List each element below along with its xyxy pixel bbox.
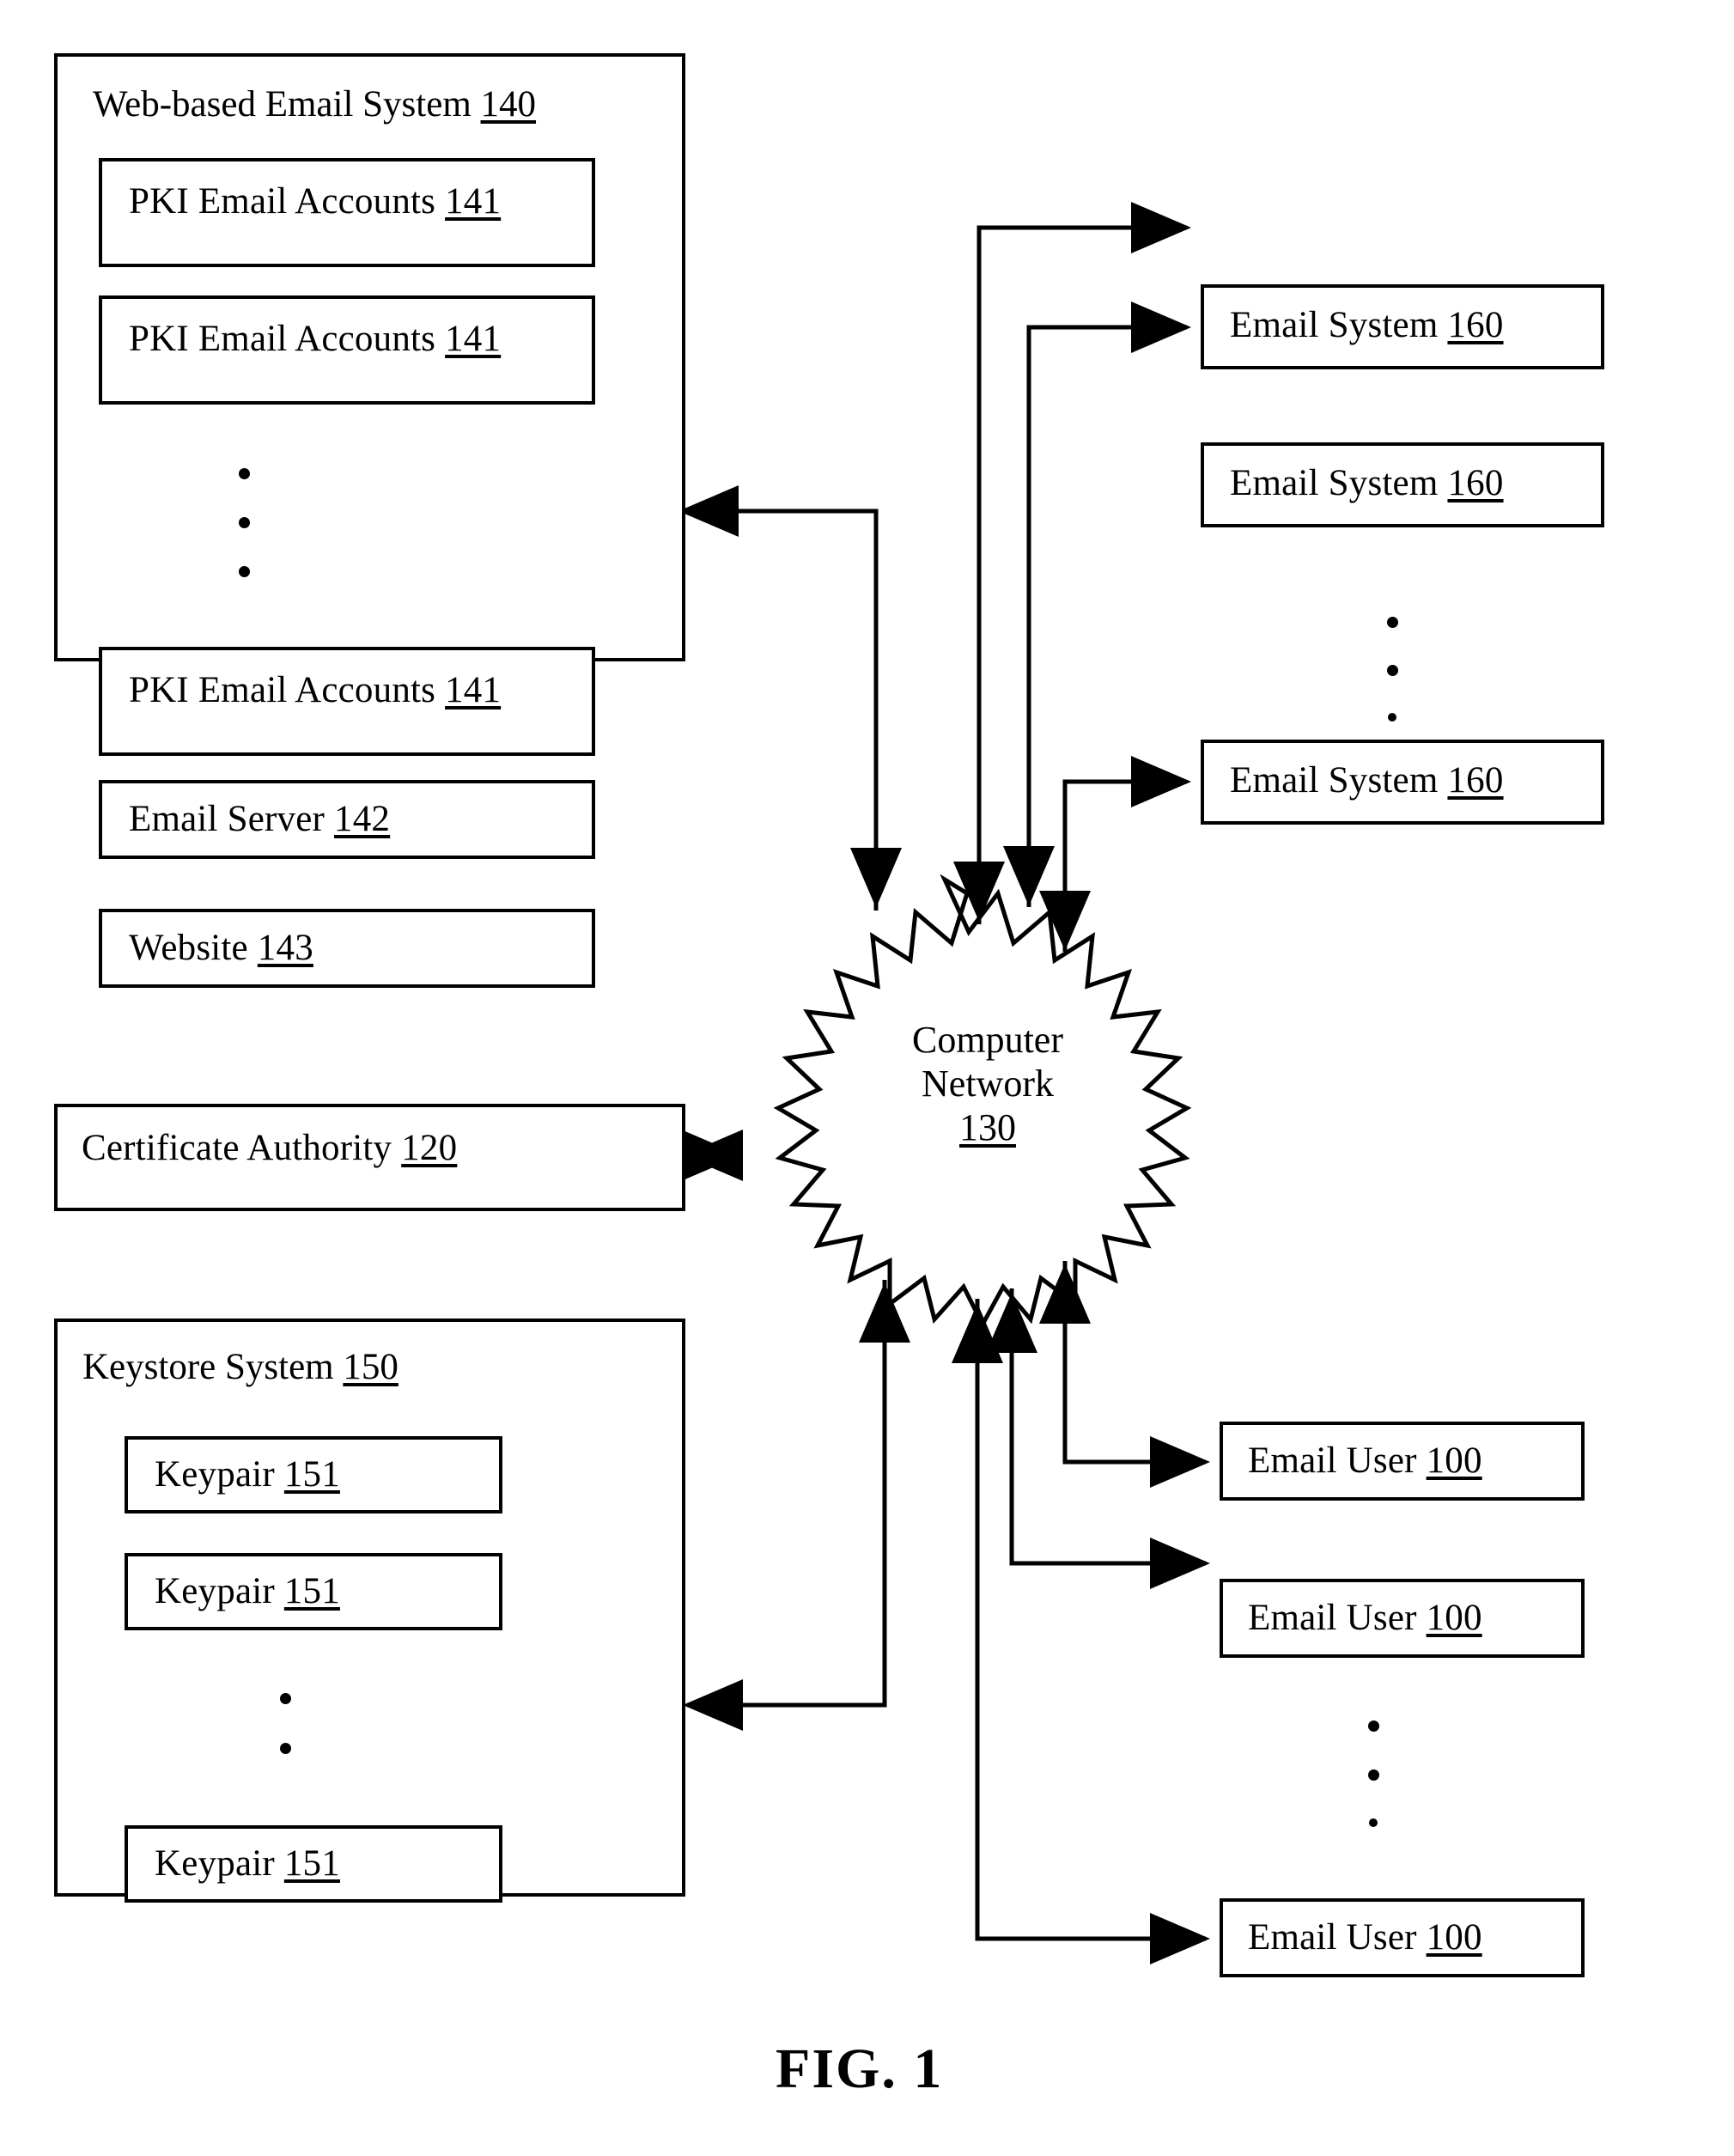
keystore-system-title-num: 150 [343, 1347, 399, 1387]
keystore-system-title-text: Keystore System [82, 1347, 334, 1387]
email-server-label: Email Server 142 [129, 801, 390, 837]
wire-network-to-email-system-2 [1026, 301, 1191, 907]
web-email-system-title-text: Web-based Email System [93, 84, 472, 125]
web-based-email-system-title: Web-based Email System 140 [93, 86, 536, 123]
keypair-num-3: 151 [283, 1843, 340, 1884]
certificate-authority-label: Certificate Authority 120 [82, 1130, 457, 1166]
keystore-system-title: Keystore System 150 [82, 1349, 399, 1386]
email-system-text-3: Email System [1230, 760, 1439, 801]
keypair-num-2: 151 [283, 1571, 340, 1611]
pki-email-accounts-label-2: PKI Email Accounts 141 [129, 320, 501, 357]
wire-network-to-email-user-2 [1009, 1288, 1210, 1589]
keypair-text-2: Keypair [155, 1571, 275, 1611]
email-user-text-2: Email User [1248, 1598, 1417, 1638]
network-line-1: Computer [912, 1019, 1063, 1061]
email-user-num-3: 100 [1426, 1917, 1482, 1958]
email-user-label-2: Email User 100 [1248, 1599, 1482, 1636]
keypair-ellipsis [279, 1693, 291, 1754]
email-user-text-3: Email User [1248, 1917, 1417, 1958]
website-text: Website [129, 928, 248, 968]
wire-network-to-email-system-1 [977, 202, 1191, 924]
pki-accounts-text-3: PKI Email Accounts [129, 670, 436, 710]
keypair-label-2: Keypair 151 [155, 1573, 340, 1610]
network-cloud-caption: Computer Network 130 [876, 1018, 1099, 1149]
email-server-num: 142 [334, 799, 391, 839]
email-system-label-2: Email System 160 [1230, 465, 1504, 502]
email-system-num-1: 160 [1447, 305, 1504, 345]
email-server-text: Email Server [129, 799, 326, 839]
keypair-label-1: Keypair 151 [155, 1456, 340, 1493]
wire-network-to-email-system-3 [1062, 756, 1191, 952]
email-user-num-2: 100 [1426, 1598, 1482, 1638]
wire-network-to-email-user-3 [975, 1299, 1210, 1964]
certificate-authority-text: Certificate Authority [82, 1128, 392, 1168]
certificate-authority-num: 120 [401, 1128, 458, 1168]
email-system-ellipsis [1386, 617, 1398, 722]
wire-network-to-keystore-system [683, 1280, 887, 1731]
pki-email-accounts-label-3: PKI Email Accounts 141 [129, 672, 501, 709]
pki-accounts-ellipsis [238, 468, 250, 577]
keypair-label-3: Keypair 151 [155, 1845, 340, 1882]
network-num: 130 [959, 1106, 1016, 1149]
email-user-label-3: Email User 100 [1248, 1919, 1482, 1956]
email-system-num-2: 160 [1447, 463, 1504, 503]
keypair-text-1: Keypair [155, 1454, 275, 1495]
patent-figure-1: Web-based Email System 140 PKI Email Acc… [0, 0, 1734, 2156]
pki-accounts-num-3: 141 [445, 670, 502, 710]
email-user-text-1: Email User [1248, 1440, 1417, 1481]
email-user-label-1: Email User 100 [1248, 1442, 1482, 1479]
pki-email-accounts-label-1: PKI Email Accounts 141 [129, 183, 501, 220]
wire-network-to-web-email-system [678, 485, 879, 911]
email-system-num-3: 160 [1447, 760, 1504, 801]
figure-caption: FIG. 1 [776, 2037, 944, 2100]
email-user-ellipsis [1367, 1721, 1379, 1827]
pki-accounts-num-1: 141 [445, 181, 502, 222]
pki-accounts-text-1: PKI Email Accounts [129, 181, 436, 222]
email-system-label-1: Email System 160 [1230, 307, 1504, 344]
website-label: Website 143 [129, 929, 313, 966]
wire-network-to-email-user-1 [1062, 1261, 1210, 1488]
email-system-label-3: Email System 160 [1230, 762, 1504, 799]
email-system-text-2: Email System [1230, 463, 1439, 503]
pki-accounts-text-2: PKI Email Accounts [129, 319, 436, 359]
website-num: 143 [257, 928, 313, 968]
keypair-text-3: Keypair [155, 1843, 275, 1884]
web-email-system-title-num: 140 [480, 84, 537, 125]
email-user-num-1: 100 [1426, 1440, 1482, 1481]
pki-accounts-num-2: 141 [445, 319, 502, 359]
email-system-text-1: Email System [1230, 305, 1439, 345]
keypair-num-1: 151 [283, 1454, 340, 1495]
network-line-2: Network [922, 1063, 1054, 1105]
